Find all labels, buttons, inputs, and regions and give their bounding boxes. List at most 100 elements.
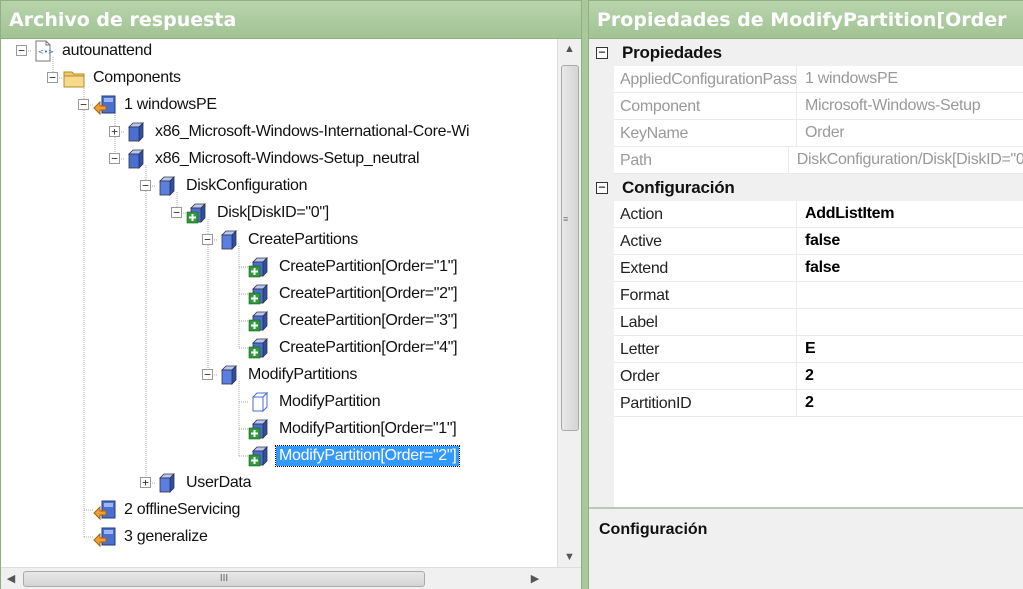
property-row[interactable]: Label (614, 308, 1023, 336)
list-item-icon (248, 444, 272, 468)
expand-icon[interactable]: + (109, 126, 120, 137)
collapse-icon[interactable]: − (16, 45, 27, 56)
tree-node-label: ModifyPartition[Order="2"] (274, 445, 461, 467)
vertical-scrollbar[interactable]: ▲ ≡ ▼ (557, 39, 581, 567)
tree-node[interactable]: ModifyPartitions (217, 362, 360, 388)
tree-node[interactable]: CreatePartition[Order="4"] (248, 335, 460, 361)
vertical-scroll-thumb[interactable] (561, 65, 579, 431)
tree-node-label: Disk[DiskID="0"] (217, 204, 329, 221)
property-name: Format (614, 281, 797, 309)
tree-node[interactable]: CreatePartition[Order="3"] (248, 308, 460, 334)
properties-pane: Propiedades de ModifyPartition[Order − Pr… (588, 0, 1023, 589)
tree-node[interactable]: <•> autounattend (31, 39, 155, 64)
xml-file-icon: <•> (31, 39, 55, 63)
property-row[interactable]: Format (614, 281, 1023, 309)
description-panel: Configuración (589, 507, 1023, 589)
list-item-icon (248, 255, 272, 279)
tree-node[interactable]: x86_Microsoft-Windows-International-Core… (124, 119, 472, 145)
property-value[interactable]: false (797, 259, 840, 277)
property-name: Action (614, 200, 797, 228)
collapse-icon[interactable]: − (47, 72, 58, 83)
tree-node[interactable]: ModifyPartition[Order="2"] (248, 443, 461, 469)
horizontal-scroll-thumb[interactable]: III (23, 571, 425, 587)
property-value: Order (805, 124, 845, 141)
folder-icon (62, 66, 86, 90)
tree-node[interactable]: 2 offlineServicing (93, 497, 243, 523)
setting-cube-icon (155, 174, 179, 198)
tree-node-label: CreatePartition[Order="3"] (279, 312, 458, 329)
setting-cube-icon (155, 471, 179, 495)
tree-node-label: Components (93, 69, 181, 86)
list-item-icon (248, 282, 272, 306)
tree-node[interactable]: x86_Microsoft-Windows-Setup_neutral (124, 146, 422, 172)
collapse-icon[interactable]: − (109, 153, 120, 164)
scroll-left-arrow-icon[interactable]: ◀ (1, 568, 21, 589)
tree-node[interactable]: CreatePartitions (217, 227, 361, 253)
property-value[interactable]: 2 (797, 394, 814, 412)
scroll-up-arrow-icon[interactable]: ▲ (558, 39, 581, 59)
list-item-icon (248, 417, 272, 441)
properties-title: Propiedades de ModifyPartition[Order (597, 8, 1007, 31)
property-row: KeyName Order (614, 119, 1023, 147)
component-cube-icon (124, 147, 148, 171)
property-row: Component Microsoft-Windows-Setup (614, 92, 1023, 120)
tree-node[interactable]: UserData (155, 470, 254, 496)
tree-node-label: CreatePartitions (248, 231, 358, 248)
setting-cube-icon (217, 228, 241, 252)
collapse-icon[interactable]: − (140, 180, 151, 191)
property-name: Extend (614, 254, 797, 282)
tree-node-label: ModifyPartition (279, 393, 381, 410)
property-row[interactable]: Active false (614, 227, 1023, 255)
property-name: Active (614, 227, 797, 255)
properties-header: Propiedades de ModifyPartition[Order (589, 1, 1023, 39)
property-name: Letter (614, 335, 797, 363)
collapse-icon[interactable]: − (202, 369, 213, 380)
property-value[interactable]: 2 (797, 367, 814, 385)
scroll-grip-text: III (219, 573, 229, 584)
property-row[interactable]: Extend false (614, 254, 1023, 282)
property-value[interactable]: false (797, 232, 840, 250)
collapse-icon[interactable]: − (596, 181, 608, 194)
svg-text:<•>: <•> (38, 48, 54, 56)
tree-node[interactable]: ModifyPartition[Order="1"] (248, 416, 459, 442)
property-category[interactable]: − Configuración (589, 174, 1023, 201)
property-category[interactable]: − Propiedades (589, 39, 1023, 66)
tree-node[interactable]: CreatePartition[Order="2"] (248, 281, 460, 307)
answer-file-tree[interactable]: <•> autounattend − Components −1 windowsPE − … (1, 39, 557, 567)
property-row[interactable]: Letter E (614, 335, 1023, 363)
tree-node[interactable]: DiskConfiguration (155, 173, 310, 199)
scroll-down-arrow-icon[interactable]: ▼ (558, 547, 581, 567)
tree-node[interactable]: CreatePartition[Order="1"] (248, 254, 460, 280)
property-name: Order (614, 362, 797, 390)
property-name: Label (614, 308, 797, 336)
list-item-icon (248, 336, 272, 360)
tree-node[interactable]: 1 windowsPE (93, 92, 220, 118)
tree-node-label: DiskConfiguration (186, 177, 308, 194)
property-name: AppliedConfigurationPass (614, 65, 797, 93)
answer-file-header: Archivo de respuesta (1, 1, 581, 39)
tree-node[interactable]: Components (62, 65, 184, 91)
property-row[interactable]: PartitionID 2 (614, 389, 1023, 417)
property-row[interactable]: Order 2 (614, 362, 1023, 390)
tree-node[interactable]: 3 generalize (93, 524, 211, 550)
property-name: PartitionID (614, 389, 797, 417)
property-value[interactable]: E (797, 340, 815, 358)
property-value: 1 windowsPE (805, 70, 898, 87)
expand-icon[interactable]: + (140, 477, 151, 488)
collapse-icon[interactable]: − (202, 234, 213, 245)
collapse-icon[interactable]: − (171, 207, 182, 218)
tree-node[interactable]: Disk[DiskID="0"] (186, 200, 332, 226)
category-label: Configuración (622, 177, 735, 197)
component-cube-icon (124, 120, 148, 144)
horizontal-scrollbar[interactable]: ◀ III ▶ (1, 567, 581, 589)
property-row[interactable]: Action AddListItem (614, 200, 1023, 228)
scroll-right-arrow-icon[interactable]: ▶ (525, 568, 545, 589)
collapse-icon[interactable]: − (596, 46, 608, 59)
tree-node-label: ModifyPartition[Order="1"] (279, 420, 457, 437)
tree-node-label: CreatePartition[Order="2"] (279, 285, 458, 302)
property-value[interactable]: AddListItem (797, 205, 894, 223)
tree-node[interactable]: ModifyPartition (248, 389, 383, 415)
property-grid: − Propiedades AppliedConfigurationPass 1 wi… (589, 39, 1023, 507)
collapse-icon[interactable]: − (78, 99, 89, 110)
list-item-icon (248, 309, 272, 333)
